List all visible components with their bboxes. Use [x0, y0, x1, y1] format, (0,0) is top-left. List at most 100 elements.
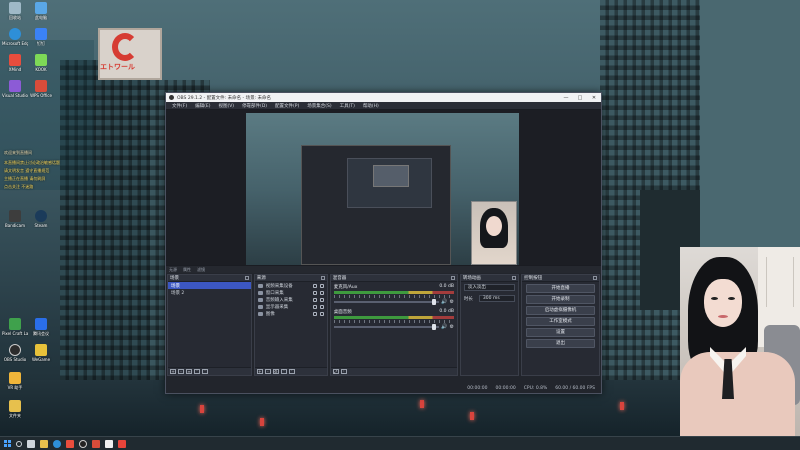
- undock-icon[interactable]: [592, 276, 597, 280]
- desktop-icon-visual-studio[interactable]: Visual Studio: [2, 80, 28, 98]
- desktop-icon-bandicam[interactable]: Bandicam: [2, 210, 28, 228]
- app-taskbar-icon[interactable]: [118, 439, 126, 448]
- volume-slider-handle[interactable]: [432, 323, 437, 330]
- app-taskbar-icon[interactable]: [92, 439, 100, 448]
- undock-icon[interactable]: [512, 276, 517, 280]
- gear-icon[interactable]: ⚙: [449, 299, 453, 305]
- desktop-icon-vr[interactable]: VR 助手: [2, 372, 28, 390]
- settings-button[interactable]: 设置: [526, 328, 595, 337]
- menu-help[interactable]: 帮助(H): [359, 103, 383, 109]
- speaker-icon[interactable]: 🔊: [441, 324, 447, 330]
- volume-slider[interactable]: [333, 323, 440, 330]
- desktop-icon-folder[interactable]: 文件夹: [2, 400, 28, 418]
- add-icon[interactable]: +: [170, 369, 176, 374]
- menu-file[interactable]: 文件(F): [168, 103, 191, 109]
- scene-item[interactable]: 场景: [168, 282, 251, 289]
- remove-icon[interactable]: -: [178, 369, 184, 374]
- app-taskbar-icon[interactable]: [105, 439, 113, 448]
- source-item[interactable]: 视频采集设备: [255, 282, 327, 289]
- exit-button[interactable]: 退出: [526, 339, 595, 348]
- source-item[interactable]: 显示器采集: [255, 303, 327, 310]
- program-preview[interactable]: [246, 113, 519, 266]
- source-item[interactable]: 图像: [255, 310, 327, 317]
- lock-icon[interactable]: [319, 290, 324, 295]
- gear-icon[interactable]: ⚙: [272, 369, 279, 374]
- controls-dock: 控制按钮 开始直播 开始录制 启动虚拟摄像机 工作室模式 设置 退出: [521, 274, 600, 376]
- desktop-icon-this-pc[interactable]: 此电脑: [28, 2, 54, 20]
- start-recording-button[interactable]: 开始录制: [526, 295, 595, 304]
- menu-scene-collection[interactable]: 场景集合(S): [303, 103, 335, 109]
- app-taskbar-icon[interactable]: [66, 439, 74, 448]
- eye-icon[interactable]: [312, 297, 317, 302]
- menu-profile[interactable]: 配置文件(P): [271, 103, 303, 109]
- volume-slider-handle[interactable]: [432, 298, 437, 305]
- eye-icon[interactable]: [312, 304, 317, 309]
- file-explorer-icon[interactable]: [40, 439, 48, 448]
- source-item[interactable]: 音频输入采集: [255, 296, 327, 303]
- start-streaming-button[interactable]: 开始直播: [526, 284, 595, 293]
- gear-icon[interactable]: ⚙: [449, 324, 453, 330]
- filters-button[interactable]: 滤镜: [197, 267, 205, 273]
- desktop-icon-obs[interactable]: OBS Studio: [2, 344, 28, 362]
- obs-taskbar-icon[interactable]: [79, 439, 87, 448]
- lock-icon[interactable]: [319, 304, 324, 309]
- desktop-icon-wps[interactable]: WPS Office: [28, 80, 54, 98]
- start-button[interactable]: [4, 440, 11, 447]
- desktop-icon-xmind[interactable]: XMind: [2, 54, 28, 72]
- desktop-icon-wegame[interactable]: WeGame: [28, 344, 54, 362]
- source-item[interactable]: 窗口采集: [255, 289, 327, 296]
- lock-icon[interactable]: [319, 283, 324, 288]
- eye-icon[interactable]: [312, 283, 317, 288]
- mixer-track: 麦克风/Aux 0.0 dB 🔊 ⚙: [331, 282, 457, 305]
- studio-mode-button[interactable]: 工作室模式: [526, 317, 595, 326]
- desktop-icon-dingtalk[interactable]: 钉钉: [28, 28, 54, 46]
- obs-titlebar[interactable]: OBS 29.1.2 - 配置文件: 未命名 - 场景: 未命名 — □ ✕: [166, 93, 601, 102]
- wps-icon: [35, 80, 47, 92]
- task-view-icon[interactable]: [27, 439, 35, 448]
- lock-icon[interactable]: [319, 297, 324, 302]
- desktop-icon-steam[interactable]: Steam: [28, 210, 54, 228]
- scene-item[interactable]: 场景 2: [168, 289, 251, 296]
- move-up-icon[interactable]: ˄: [194, 369, 200, 374]
- maximize-button[interactable]: □: [573, 95, 587, 101]
- edge-taskbar-icon[interactable]: [53, 439, 61, 448]
- obs-logo-icon: [169, 95, 174, 100]
- scenes-dock-footer: + - ≡ ˄ ˅: [168, 367, 251, 375]
- transitions-dock-header: 转场动画: [460, 275, 519, 282]
- menu-docks[interactable]: 停靠部件(D): [238, 103, 271, 109]
- eye-icon[interactable]: [312, 311, 317, 316]
- desktop-icon-tencent-meeting[interactable]: 腾讯会议: [28, 318, 54, 336]
- transition-select[interactable]: 淡入淡出: [463, 284, 516, 291]
- remove-icon[interactable]: -: [264, 369, 271, 374]
- desktop-icon-kook[interactable]: KOOK: [28, 54, 54, 72]
- menu-edit[interactable]: 编辑(E): [191, 103, 214, 109]
- lock-icon[interactable]: [319, 311, 324, 316]
- close-button[interactable]: ✕: [587, 95, 601, 101]
- minimize-button[interactable]: —: [559, 95, 573, 101]
- desktop-icon-recycle-bin[interactable]: 回收站: [2, 2, 28, 20]
- undock-icon[interactable]: [244, 276, 249, 280]
- add-icon[interactable]: +: [256, 369, 263, 374]
- desktop-icon-edge[interactable]: Microsoft Edge: [2, 28, 28, 46]
- menu-view[interactable]: 视图(V): [214, 103, 238, 109]
- move-down-icon[interactable]: ˅: [202, 369, 208, 374]
- volume-slider[interactable]: [333, 298, 440, 305]
- move-down-icon[interactable]: ˅: [288, 369, 295, 374]
- obs-window[interactable]: OBS 29.1.2 - 配置文件: 未命名 - 场景: 未命名 — □ ✕ 文…: [165, 92, 602, 394]
- undock-icon[interactable]: [450, 276, 455, 280]
- webcam-person-lips: [718, 315, 728, 318]
- properties-button[interactable]: 属性: [183, 267, 191, 273]
- window-title: OBS 29.1.2 - 配置文件: 未命名 - 场景: 未命名: [177, 95, 272, 101]
- advanced-audio-icon[interactable]: ⤢: [332, 369, 339, 374]
- menu-icon[interactable]: ⋮: [340, 369, 347, 374]
- start-virtual-camera-button[interactable]: 启动虚拟摄像机: [526, 306, 595, 315]
- search-icon[interactable]: [16, 440, 22, 447]
- filter-icon[interactable]: ≡: [186, 369, 192, 374]
- eye-icon[interactable]: [312, 290, 317, 295]
- speaker-icon[interactable]: 🔊: [441, 299, 447, 305]
- menu-tools[interactable]: 工具(T): [336, 103, 359, 109]
- undock-icon[interactable]: [320, 276, 325, 280]
- desktop-icon-pixel-craft[interactable]: Pixel Craft Launcher: [2, 318, 28, 336]
- move-up-icon[interactable]: ˄: [280, 369, 287, 374]
- duration-input[interactable]: 300 ms: [478, 295, 516, 302]
